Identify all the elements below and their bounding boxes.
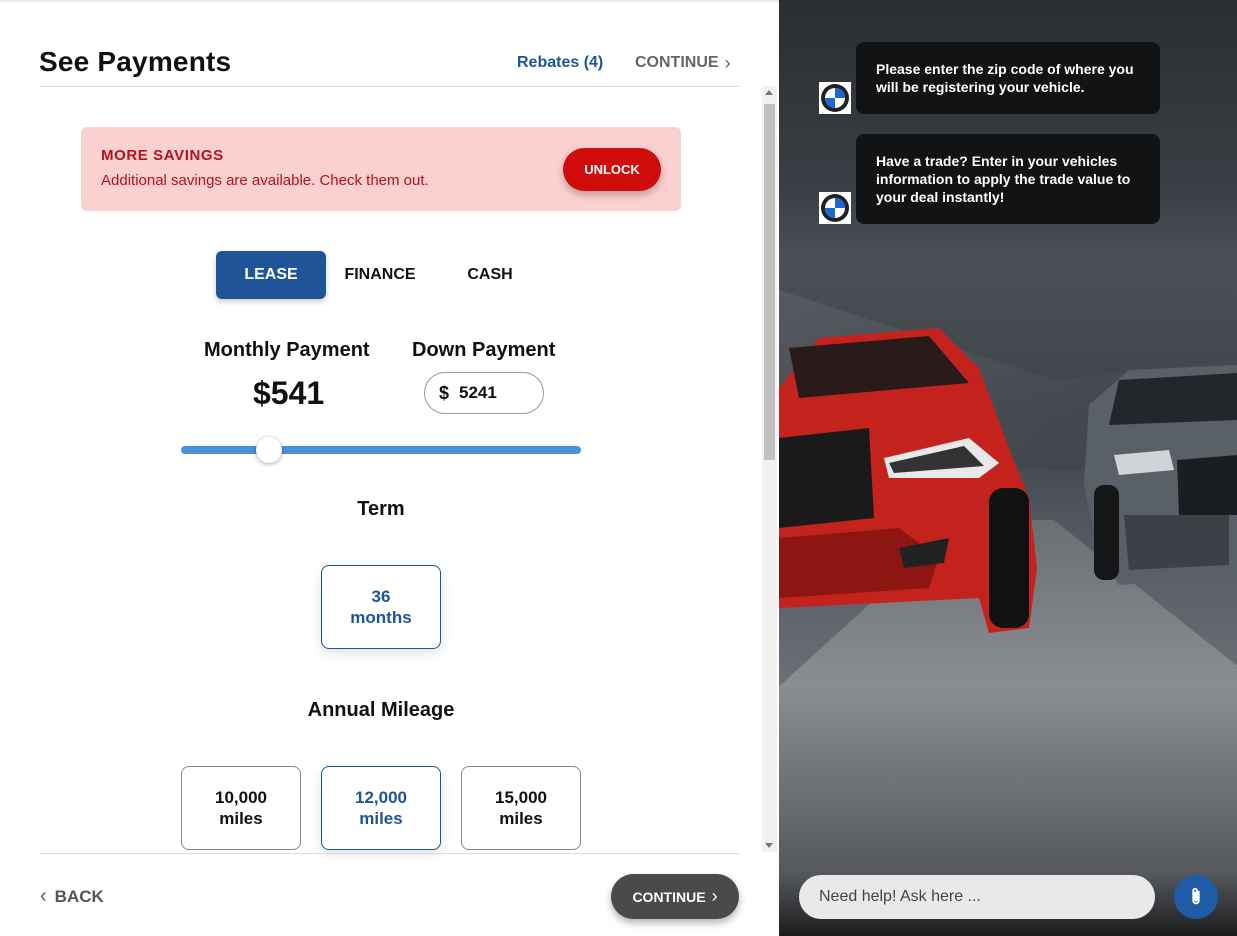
payment-panel: See Payments Rebates (4) CONTINUE › MORE… <box>0 0 779 936</box>
chat-input[interactable] <box>799 875 1155 919</box>
annual-mileage-label: Annual Mileage <box>307 699 455 721</box>
savings-text: Additional savings are available. Check … <box>101 172 429 189</box>
mileage-option-value: 15,000 <box>495 788 547 807</box>
chat-panel: Please enter the zip code of where you w… <box>779 0 1237 936</box>
payment-slider-track[interactable] <box>181 446 581 454</box>
grey-car-image <box>1084 365 1237 585</box>
scrollbar[interactable] <box>762 86 777 852</box>
header-continue-link[interactable]: CONTINUE › <box>635 54 731 72</box>
term-option-value: 36 <box>371 587 391 606</box>
monthly-payment-value: $541 <box>253 375 325 411</box>
scroll-down-arrow-icon[interactable] <box>765 843 773 848</box>
chevron-right-icon: › <box>724 53 731 73</box>
scroll-up-arrow-icon[interactable] <box>765 90 773 95</box>
tab-lease[interactable]: LEASE <box>216 251 326 299</box>
top-divider <box>0 0 779 2</box>
term-label: Term <box>357 498 405 520</box>
mileage-option-15000[interactable]: 15,000 miles <box>461 766 581 850</box>
term-option-unit: months <box>350 608 412 627</box>
term-option-36[interactable]: 36 months <box>321 565 441 649</box>
dollar-icon: $ <box>439 382 450 403</box>
monthly-payment-label: Monthly Payment <box>204 339 370 361</box>
mileage-option-value: 10,000 <box>215 788 267 807</box>
back-label: BACK <box>54 886 104 906</box>
chevron-left-icon: ‹ <box>40 885 47 907</box>
paperclip-icon[interactable] <box>1174 875 1218 919</box>
down-payment-input[interactable]: $ 5241 <box>424 372 544 414</box>
payment-slider-thumb[interactable] <box>256 437 282 463</box>
chevron-right-icon: › <box>711 886 718 906</box>
mileage-option-value: 12,000 <box>355 788 407 807</box>
mileage-option-10000[interactable]: 10,000 miles <box>181 766 301 850</box>
back-button[interactable]: ‹ BACK <box>40 885 104 908</box>
tab-cash[interactable]: CASH <box>440 251 540 299</box>
footer-divider <box>39 853 739 854</box>
header: See Payments Rebates (4) CONTINUE › <box>39 40 739 87</box>
mileage-option-12000[interactable]: 12,000 miles <box>321 766 441 850</box>
page-title: See Payments <box>39 46 232 77</box>
red-car-image <box>779 328 1037 633</box>
tab-finance[interactable]: FINANCE <box>330 251 430 299</box>
continue-button[interactable]: CONTINUE › <box>611 874 739 919</box>
scrollbar-thumb[interactable] <box>764 104 775 460</box>
chat-message: Please enter the zip code of where you w… <box>856 42 1160 114</box>
down-payment-label: Down Payment <box>412 339 556 361</box>
rebates-link[interactable]: Rebates (4) <box>517 54 603 72</box>
mileage-option-unit: miles <box>499 809 543 828</box>
chat-message: Have a trade? Enter in your vehicles inf… <box>856 134 1160 224</box>
savings-banner: MORE SAVINGS Additional savings are avai… <box>81 127 681 211</box>
header-continue-label: CONTINUE <box>635 54 719 71</box>
down-payment-value[interactable]: 5241 <box>459 383 497 403</box>
unlock-button[interactable]: UNLOCK <box>563 148 661 191</box>
bmw-logo-icon <box>819 82 851 114</box>
mileage-option-unit: miles <box>219 809 263 828</box>
mileage-option-unit: miles <box>359 809 403 828</box>
bmw-logo-icon <box>819 192 851 224</box>
savings-title: MORE SAVINGS <box>101 147 224 164</box>
continue-label: CONTINUE <box>632 888 706 905</box>
